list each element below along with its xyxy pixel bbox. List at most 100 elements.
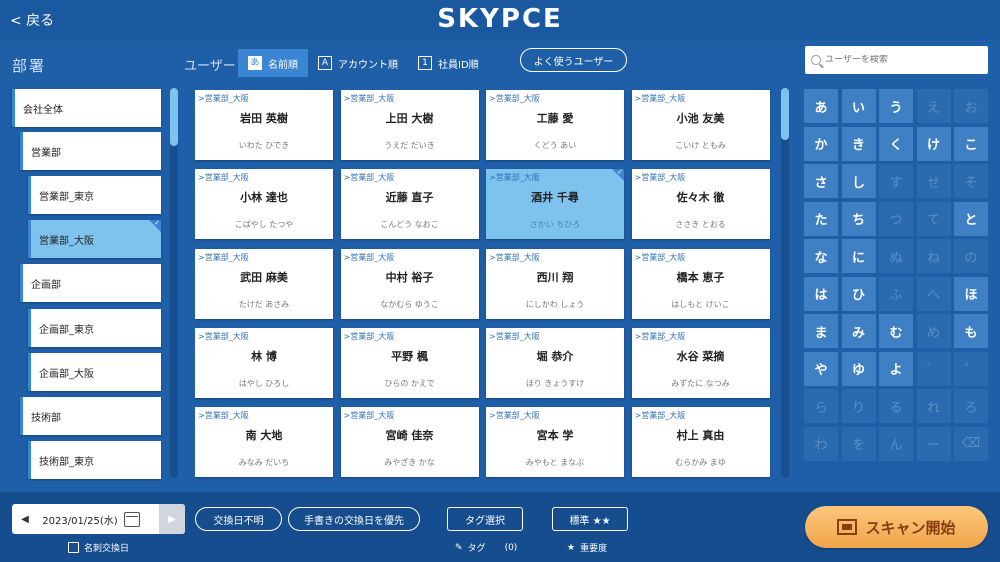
department-item[interactable]: 技術部_東京	[28, 441, 161, 479]
previous-date-button[interactable]: ◀	[12, 504, 38, 534]
kana-key[interactable]: ゛	[916, 351, 951, 386]
kana-key[interactable]: を	[841, 426, 876, 461]
user-card[interactable]: >営業部_大阪 佐々木 徹ささき とおる	[631, 169, 770, 240]
kana-key[interactable]: と	[954, 201, 988, 236]
kana-key[interactable]: わ	[804, 426, 838, 461]
department-item[interactable]: 企画部_東京	[28, 309, 161, 347]
kana-key[interactable]: ぬ	[879, 239, 913, 273]
user-card[interactable]: >営業部_大阪林 博はやし ひろし	[195, 327, 333, 398]
user-card[interactable]: >営業部_大阪 小池 友美 こいけ ともみ	[631, 90, 770, 160]
kana-key[interactable]: ろ	[954, 389, 988, 423]
user-grid-scrollbar[interactable]	[781, 88, 789, 478]
user-card[interactable]: >営業部_大阪 水谷 菜摘 みずたに なつみ	[631, 327, 770, 398]
kana-key[interactable]: ね	[916, 239, 951, 273]
kana-key[interactable]: め	[916, 314, 951, 348]
scan-start-button[interactable]: スキャン開始	[805, 506, 988, 548]
kana-key[interactable]: い	[841, 89, 876, 123]
user-card[interactable]: >営業部_大阪 酒井 千尋 さかい ちひろ	[486, 168, 624, 240]
kana-key[interactable]: ま	[804, 314, 838, 348]
kana-key[interactable]: え	[916, 89, 951, 123]
user-card[interactable]: >営業部_大阪 橋本 恵子 はしもと けいこ	[631, 248, 770, 319]
calendar-icon[interactable]	[124, 511, 140, 527]
sort-by-account-button[interactable]: A アカウント順	[308, 49, 408, 77]
kana-key[interactable]: つ	[879, 201, 913, 236]
kana-key[interactable]: け	[916, 126, 951, 161]
unknown-date-button[interactable]: 交換日不明	[195, 507, 282, 531]
user-card[interactable]: >営業部_大阪 岩田 英樹 いわた ひでき	[195, 90, 333, 160]
kana-key[interactable]: ゜	[954, 351, 988, 386]
kana-key[interactable]: に	[841, 239, 876, 273]
department-scroll-thumb[interactable]	[170, 88, 178, 146]
kana-key[interactable]: あ	[804, 89, 838, 123]
kana-key[interactable]: ゆ	[841, 351, 876, 386]
handwritten-date-priority-button[interactable]: 手書きの交換日を優先	[288, 507, 420, 531]
kana-key[interactable]: み	[841, 314, 876, 348]
kana-key[interactable]: の	[954, 239, 988, 273]
kana-key[interactable]: へ	[916, 276, 951, 311]
kana-key[interactable]: や	[804, 351, 838, 386]
user-card[interactable]: >営業部_大阪 近藤 直子 こんどう なおこ	[340, 169, 479, 240]
department-scrollbar[interactable]	[170, 88, 178, 478]
kana-key[interactable]: は	[804, 276, 838, 311]
department-item[interactable]: 企画部_大阪	[28, 353, 161, 391]
user-card-department: >営業部_大阪	[634, 411, 686, 421]
user-card[interactable]: >営業部_大阪 中村 裕子 なかむら ゆうこ	[340, 248, 479, 319]
kana-key[interactable]: な	[804, 239, 838, 273]
kana-key[interactable]: そ	[954, 164, 988, 198]
kana-key[interactable]: く	[879, 126, 913, 161]
user-card[interactable]: >営業部_大阪 工藤 愛くどう あい	[486, 90, 624, 160]
user-card[interactable]: >営業部_大阪 小林 達也 こばやし たつや	[195, 169, 333, 240]
user-card[interactable]: >営業部_大阪 上田 大樹 うえだ だいき	[340, 90, 479, 160]
department-item[interactable]: 技術部	[20, 397, 161, 435]
kana-key[interactable]: れ	[916, 389, 951, 423]
kana-key[interactable]: も	[954, 314, 988, 348]
exchange-date-value[interactable]: 2023/01/25(水)	[38, 512, 122, 527]
kana-key[interactable]: ひ	[841, 276, 876, 311]
kana-key[interactable]: ん	[879, 426, 913, 461]
backspace-key[interactable]: ⌫	[954, 426, 988, 461]
user-card[interactable]: >営業部_大阪南 大地 みなみ だいち	[195, 407, 333, 478]
kana-key[interactable]: る	[879, 389, 913, 423]
department-item[interactable]: 営業部_大阪	[28, 219, 161, 258]
user-search-input[interactable]	[825, 55, 975, 65]
kana-key[interactable]: う	[879, 89, 913, 123]
user-card[interactable]: >営業部_大阪 村上 真由 むらかみ まゆ	[631, 407, 770, 478]
favorite-users-button[interactable]: よく使うユーザー	[520, 48, 627, 72]
kana-key[interactable]: せ	[916, 164, 951, 198]
sort-by-name-button[interactable]: あ 名前順	[238, 49, 308, 77]
kana-key[interactable]: き	[841, 126, 876, 161]
user-card-name: 橋本 恵子	[676, 270, 725, 284]
kana-key[interactable]: ー	[916, 426, 951, 461]
user-card[interactable]: >営業部_大阪 武田 麻美 たけだ あさみ	[195, 248, 333, 319]
tag-select-button[interactable]: タグ選択	[447, 507, 523, 531]
kana-key[interactable]: り	[841, 389, 876, 423]
kana-key[interactable]: た	[804, 201, 838, 236]
department-item[interactable]: 企画部	[20, 264, 161, 302]
checkmark-icon	[149, 219, 161, 232]
department-item[interactable]: 営業部_東京	[28, 176, 161, 214]
kana-key[interactable]: こ	[954, 126, 988, 161]
kana-key[interactable]: か	[804, 126, 838, 161]
kana-key[interactable]: す	[879, 164, 913, 198]
kana-key[interactable]: ち	[841, 201, 876, 236]
user-card[interactable]: >営業部_大阪 西川 翔にしかわ しょう	[486, 248, 624, 319]
kana-key[interactable]: む	[879, 314, 913, 348]
kana-key[interactable]: お	[954, 89, 988, 123]
importance-button[interactable]: 標準 ★★	[552, 507, 628, 531]
kana-key[interactable]: ふ	[879, 276, 913, 311]
kana-key[interactable]: ほ	[954, 276, 988, 311]
user-card[interactable]: >営業部_大阪 平野 楓ひらの かえで	[340, 327, 479, 398]
user-grid-scroll-thumb[interactable]	[781, 88, 789, 140]
user-card[interactable]: >営業部_大阪 宮本 学みやもと まなぶ	[486, 407, 624, 478]
user-card[interactable]: >営業部_大阪 宮崎 佳奈 みやざき かな	[340, 407, 479, 478]
department-item[interactable]: 営業部	[20, 132, 161, 170]
kana-key[interactable]: て	[916, 201, 951, 236]
department-item[interactable]: 会社全体	[12, 89, 161, 127]
kana-key[interactable]: ら	[804, 389, 838, 423]
next-date-button[interactable]: ▶	[159, 504, 185, 534]
sort-by-employee-id-button[interactable]: 1 社員ID順	[408, 49, 489, 77]
kana-key[interactable]: し	[841, 164, 876, 198]
kana-key[interactable]: さ	[804, 164, 838, 198]
kana-key[interactable]: よ	[879, 351, 913, 386]
user-card[interactable]: >営業部_大阪堀 恭介 ほり きょうすけ	[486, 327, 624, 398]
